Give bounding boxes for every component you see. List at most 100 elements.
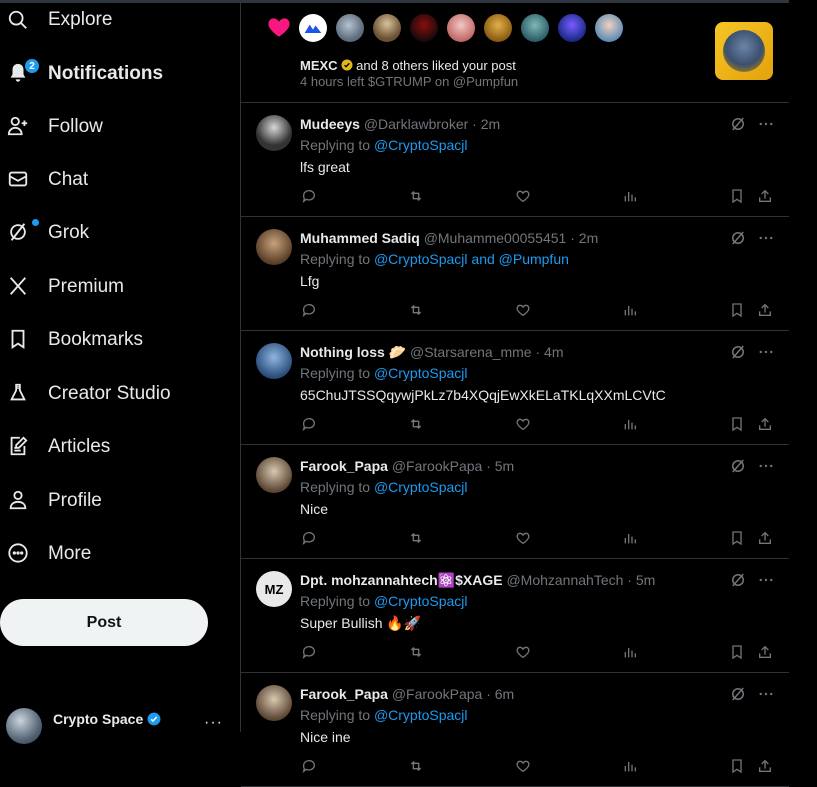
avatar[interactable] xyxy=(336,14,364,42)
bookmark-icon[interactable] xyxy=(728,643,746,661)
post-thumbnail[interactable] xyxy=(715,22,773,80)
avatar[interactable] xyxy=(256,457,292,493)
timestamp[interactable]: 2m xyxy=(579,230,598,246)
views-icon[interactable] xyxy=(621,301,639,319)
avatar[interactable] xyxy=(447,14,475,42)
reply-item[interactable]: Muhammed Sadiq @Muhamme00055451 · 2m Repl… xyxy=(241,217,789,331)
reply-icon[interactable] xyxy=(300,643,318,661)
views-icon[interactable] xyxy=(621,757,639,775)
bookmark-icon[interactable] xyxy=(728,415,746,433)
like-icon[interactable] xyxy=(514,415,532,433)
account-switcher[interactable]: Crypto Space ··· xyxy=(6,704,236,744)
like-icon[interactable] xyxy=(514,643,532,661)
like-icon[interactable] xyxy=(514,187,532,205)
more-icon[interactable] xyxy=(757,343,775,361)
avatar[interactable] xyxy=(373,14,401,42)
more-icon[interactable] xyxy=(757,457,775,475)
like-notification[interactable]: MEXC and 8 others liked your post 4 hour… xyxy=(241,0,789,103)
grok-icon[interactable] xyxy=(729,457,747,475)
views-icon[interactable] xyxy=(621,529,639,547)
reply-item[interactable]: Farook_Papa @FarookPapa · 5m Replying to … xyxy=(241,445,789,559)
reply-icon[interactable] xyxy=(300,301,318,319)
grok-icon[interactable] xyxy=(729,229,747,247)
author-name[interactable]: Farook_Papa xyxy=(300,458,388,474)
bookmark-icon[interactable] xyxy=(728,301,746,319)
repost-icon[interactable] xyxy=(407,301,425,319)
repost-icon[interactable] xyxy=(407,187,425,205)
mention-link[interactable]: @CryptoSpacjl xyxy=(374,479,468,495)
timestamp[interactable]: 5m xyxy=(495,458,514,474)
timestamp[interactable]: 4m xyxy=(544,344,563,360)
avatar[interactable] xyxy=(595,14,623,42)
share-icon[interactable] xyxy=(756,415,774,433)
grok-icon[interactable] xyxy=(729,571,747,589)
author-name[interactable]: Nothing loss 🥟 xyxy=(300,344,406,360)
author-handle[interactable]: @Darklawbroker xyxy=(364,116,468,132)
avatar[interactable] xyxy=(521,14,549,42)
post-button[interactable]: Post xyxy=(0,599,208,646)
avatar-mexc[interactable] xyxy=(299,14,327,42)
reply-icon[interactable] xyxy=(300,415,318,433)
avatar[interactable]: MZ xyxy=(256,571,292,607)
mention-link[interactable]: @CryptoSpacjl xyxy=(374,137,468,153)
like-icon[interactable] xyxy=(514,757,532,775)
author-handle[interactable]: @Muhamme00055451 xyxy=(424,230,567,246)
reply-item[interactable]: Nothing loss 🥟 @Starsarena_mme · 4m Reply… xyxy=(241,331,789,445)
avatar[interactable] xyxy=(256,115,292,151)
grok-icon[interactable] xyxy=(729,343,747,361)
mention-link[interactable]: @CryptoSpacjl xyxy=(374,707,468,723)
like-icon[interactable] xyxy=(514,529,532,547)
reply-icon[interactable] xyxy=(300,757,318,775)
reply-item[interactable]: MZ Dpt. mohzannahtech⚛️$XAGE @MohzannahTe… xyxy=(241,559,789,673)
grok-icon[interactable] xyxy=(729,115,747,133)
author-handle[interactable]: @MohzannahTech xyxy=(506,572,623,588)
avatar[interactable] xyxy=(256,685,292,721)
author-handle[interactable]: @FarookPapa xyxy=(392,686,482,702)
author-name[interactable]: Mudeeys xyxy=(300,116,360,132)
author-handle[interactable]: @FarookPapa xyxy=(392,458,482,474)
share-icon[interactable] xyxy=(756,643,774,661)
avatar[interactable] xyxy=(410,14,438,42)
author-name[interactable]: Dpt. mohzannahtech⚛️$XAGE xyxy=(300,572,503,588)
author-handle[interactable]: @Starsarena_mme xyxy=(410,344,532,360)
reply-item[interactable]: Farook_Papa @FarookPapa · 6m Replying to … xyxy=(241,673,789,787)
share-icon[interactable] xyxy=(756,301,774,319)
timestamp[interactable]: 6m xyxy=(495,686,514,702)
reply-icon[interactable] xyxy=(300,529,318,547)
bookmark-icon[interactable] xyxy=(728,529,746,547)
more-icon[interactable] xyxy=(757,229,775,247)
grok-icon[interactable] xyxy=(729,685,747,703)
share-icon[interactable] xyxy=(756,757,774,775)
mention-link[interactable]: @CryptoSpacjl xyxy=(374,593,468,609)
repost-icon[interactable] xyxy=(407,643,425,661)
share-icon[interactable] xyxy=(756,187,774,205)
article-icon xyxy=(6,434,30,458)
avatar[interactable] xyxy=(558,14,586,42)
avatar[interactable] xyxy=(256,343,292,379)
account-more-icon[interactable]: ··· xyxy=(204,714,223,732)
like-actor[interactable]: MEXC xyxy=(300,58,338,73)
repost-icon[interactable] xyxy=(407,757,425,775)
reply-icon[interactable] xyxy=(300,187,318,205)
mention-link[interactable]: @CryptoSpacjl xyxy=(374,365,468,381)
timestamp[interactable]: 2m xyxy=(481,116,500,132)
views-icon[interactable] xyxy=(621,187,639,205)
more-icon[interactable] xyxy=(757,115,775,133)
reply-item[interactable]: Mudeeys @Darklawbroker · 2m Replying to @… xyxy=(241,103,789,217)
author-name[interactable]: Muhammed Sadiq xyxy=(300,230,420,246)
like-icon[interactable] xyxy=(514,301,532,319)
timestamp[interactable]: 5m xyxy=(636,572,655,588)
repost-icon[interactable] xyxy=(407,415,425,433)
views-icon[interactable] xyxy=(621,643,639,661)
repost-icon[interactable] xyxy=(407,529,425,547)
avatar[interactable] xyxy=(256,229,292,265)
bookmark-icon[interactable] xyxy=(728,757,746,775)
author-name[interactable]: Farook_Papa xyxy=(300,686,388,702)
share-icon[interactable] xyxy=(756,529,774,547)
views-icon[interactable] xyxy=(621,415,639,433)
bookmark-icon[interactable] xyxy=(728,187,746,205)
avatar[interactable] xyxy=(484,14,512,42)
more-icon[interactable] xyxy=(757,685,775,703)
mention-link[interactable]: @CryptoSpacjl and @Pumpfun xyxy=(374,251,569,267)
more-icon[interactable] xyxy=(757,571,775,589)
